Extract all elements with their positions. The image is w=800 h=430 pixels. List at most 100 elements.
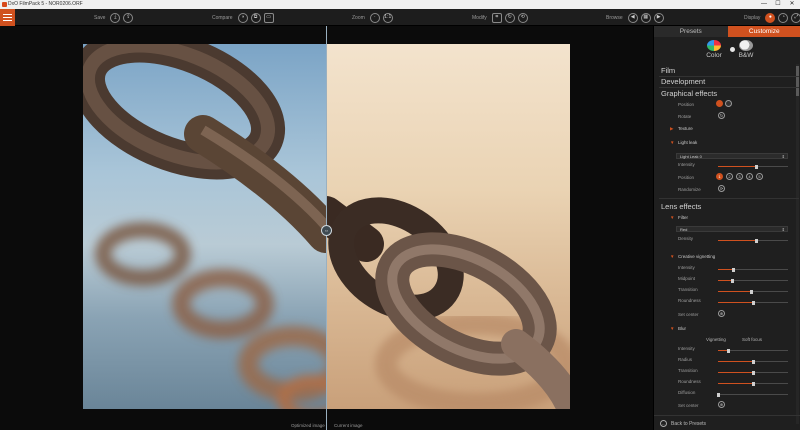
blur-tab-vignetting[interactable]: Vignetting [706, 337, 726, 342]
position-preset-2[interactable]: 2 [726, 173, 733, 180]
histogram-icon[interactable]: ◔ [778, 12, 789, 23]
slider-fill [718, 291, 752, 292]
minimize-button[interactable]: — [757, 0, 771, 9]
vig-transition-label: Transition [678, 287, 698, 292]
rotate-icon[interactable]: ↻ [504, 12, 515, 23]
side-by-side-icon[interactable]: ▭ [263, 12, 274, 23]
zoom-group: Zoom · 1:1 [352, 9, 393, 26]
vig-transition-slider[interactable] [718, 289, 788, 294]
split-handle-icon[interactable]: ⇔ [321, 225, 332, 236]
section-lens-effects[interactable]: Lens effects [661, 202, 701, 211]
modify-group: Modify ⌗ ↻ ⟲ [472, 9, 528, 26]
image-viewer[interactable]: ⇔ Optimized image Current image [0, 26, 653, 430]
crop-icon[interactable]: ⌗ [491, 12, 502, 23]
texture-expand-icon[interactable]: ▶ [670, 126, 673, 132]
crosshair-icon[interactable]: ⊕ [718, 401, 725, 408]
menu-button[interactable] [0, 9, 15, 26]
next-image-icon[interactable]: ▶ [653, 12, 664, 23]
panel-scrollbar-thumb[interactable] [796, 66, 799, 96]
position-preset-1[interactable]: 1 [716, 173, 723, 180]
save-icon[interactable]: ⤓ [110, 12, 121, 23]
slider-knob[interactable] [751, 300, 755, 305]
display-mode-icon[interactable]: ● [765, 12, 776, 23]
slider-knob[interactable] [751, 381, 755, 386]
blur-intensity-label: Intensity [678, 346, 695, 351]
blur-roundness-label: Roundness [678, 379, 701, 384]
zoom-fit-icon[interactable]: · [369, 12, 380, 23]
vig-roundness-label: Roundness [678, 298, 701, 303]
blur-collapse-icon[interactable]: ▼ [670, 326, 674, 331]
blur-roundness-slider[interactable] [718, 381, 788, 386]
slider-knob[interactable] [750, 289, 754, 294]
blur-diffusion-slider[interactable] [716, 392, 788, 397]
crosshair-icon[interactable]: ⊕ [718, 310, 725, 317]
tab-presets[interactable]: Presets [654, 26, 728, 37]
slider-knob[interactable] [730, 278, 734, 283]
panel-tabs: Presets Customize [654, 26, 800, 37]
export-icon[interactable]: ⇪ [123, 12, 134, 23]
texture-label[interactable]: Texture [678, 126, 693, 131]
color-palette-icon [707, 40, 721, 51]
slider-knob[interactable] [755, 238, 758, 243]
section-development[interactable]: Development [661, 77, 705, 86]
blur-label[interactable]: Blur [678, 326, 686, 331]
position-orange-swatch[interactable] [716, 100, 723, 107]
density-label: Density [678, 236, 694, 241]
filter-collapse-icon[interactable]: ▼ [670, 215, 674, 220]
optimized-image [83, 44, 326, 409]
vig-midpoint-slider[interactable] [718, 278, 788, 283]
slider-knob[interactable] [751, 359, 755, 364]
position-dark-swatch[interactable] [725, 100, 732, 107]
density-slider[interactable] [718, 238, 788, 243]
light-leak-collapse-icon[interactable]: ▼ [670, 140, 674, 145]
bw-mode[interactable]: B&W [726, 40, 766, 59]
randomize-icon[interactable]: ⟳ [718, 185, 725, 192]
slider-knob[interactable] [727, 348, 730, 353]
modify-label: Modify [472, 14, 487, 21]
slider-knob[interactable] [731, 267, 735, 272]
compare-original-icon[interactable]: ◑ [237, 12, 248, 23]
back-to-presets-bar[interactable]: ← Back to Presets [654, 415, 800, 430]
back-arrow-icon[interactable]: ← [660, 420, 667, 427]
light-leak-intensity-slider[interactable] [718, 164, 788, 169]
blur-tab-soft-focus[interactable]: Soft focus [742, 337, 762, 342]
vig-roundness-slider[interactable] [718, 300, 788, 305]
vig-intensity-label: Intensity [678, 265, 695, 270]
slider-fill [718, 302, 753, 303]
panel-scrollbar[interactable] [796, 64, 799, 424]
zoom-100-icon[interactable]: 1:1 [382, 12, 393, 23]
browse-group: Browse ◀ ▦ ▶ [606, 9, 664, 26]
filmstrip-icon[interactable]: ▦ [640, 12, 651, 23]
position-preset-5[interactable]: 5 [756, 173, 763, 180]
filter-select[interactable]: Red ⇕ [676, 226, 788, 232]
maximize-button[interactable]: ☐ [771, 0, 785, 9]
close-window-button[interactable]: ✕ [785, 0, 799, 9]
slider-knob[interactable] [755, 164, 758, 169]
blur-transition-label: Transition [678, 368, 698, 373]
reset-icon[interactable]: ⟲ [517, 12, 528, 23]
slider-fill [718, 240, 757, 241]
vignetting-collapse-icon[interactable]: ▼ [670, 254, 674, 259]
optimized-caption: Optimized image [291, 423, 325, 428]
filter-label[interactable]: Filter [678, 215, 688, 220]
rotate-icon[interactable]: ↻ [718, 112, 725, 119]
fullscreen-icon[interactable]: ⤢ [791, 12, 800, 23]
position-preset-3[interactable]: 3 [736, 173, 743, 180]
back-to-presets-label[interactable]: Back to Presets [671, 421, 706, 427]
blur-transition-slider[interactable] [718, 370, 788, 375]
current-caption: Current image [334, 423, 363, 428]
tab-customize[interactable]: Customize [727, 26, 800, 37]
split-view-icon[interactable]: ⧉ [250, 12, 261, 23]
light-leak-select[interactable]: Light Leak 0 ⇕ [676, 153, 788, 159]
light-leak-label[interactable]: Light leak [678, 140, 697, 145]
blur-intensity-slider[interactable] [718, 348, 788, 353]
slider-knob[interactable] [716, 392, 720, 397]
vig-intensity-slider[interactable] [718, 267, 788, 272]
creative-vignetting-label[interactable]: Creative vignetting [678, 254, 715, 259]
position-preset-4[interactable]: 4 [746, 173, 753, 180]
section-film[interactable]: Film [661, 66, 675, 75]
slider-knob[interactable] [751, 370, 755, 375]
section-graphical-effects[interactable]: Graphical effects [661, 89, 717, 98]
blur-radius-slider[interactable] [718, 359, 788, 364]
previous-image-icon[interactable]: ◀ [627, 12, 638, 23]
